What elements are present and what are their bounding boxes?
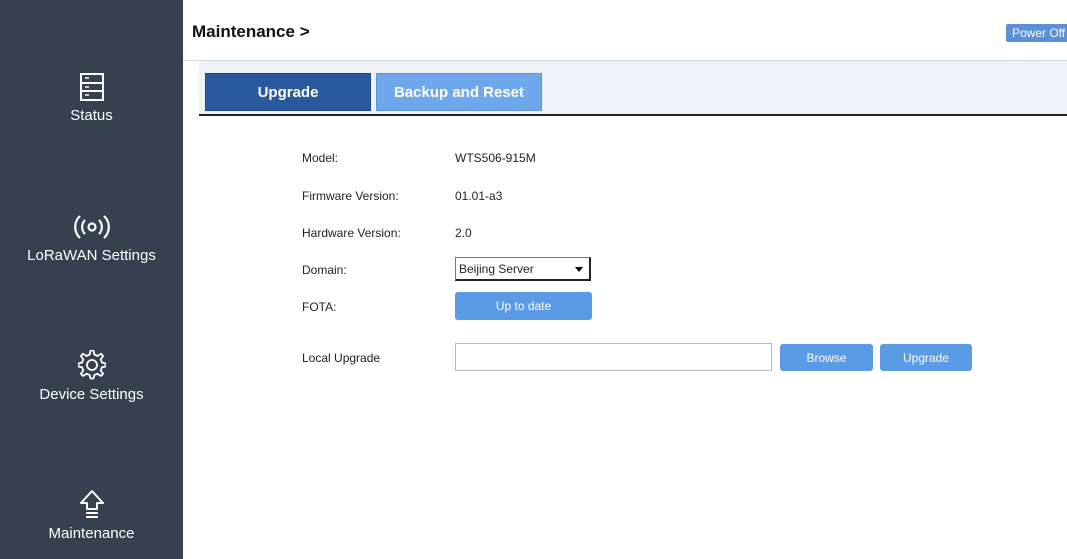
caret-down-icon (575, 267, 583, 272)
sidebar-item-lorawan-settings[interactable]: LoRaWAN Settings (0, 213, 183, 264)
sidebar: Status LoRaWAN Settings Device Settings … (0, 0, 183, 559)
sidebar-item-label: LoRaWAN Settings (27, 247, 156, 264)
upload-arrow-icon (79, 490, 104, 518)
hardware-version-value: 2.0 (455, 226, 472, 240)
sidebar-item-device-settings[interactable]: Device Settings (0, 350, 183, 403)
sidebar-item-label: Status (70, 107, 113, 124)
firmware-version-label: Firmware Version: (302, 189, 399, 203)
local-upgrade-file-input[interactable] (455, 343, 772, 371)
model-label: Model: (302, 151, 339, 165)
wireless-signal-icon (73, 215, 110, 239)
header: Maintenance > Power Off (183, 0, 1067, 61)
sidebar-item-label: Maintenance (48, 525, 135, 542)
tab-backup-and-reset[interactable]: Backup and Reset (376, 73, 542, 111)
tab-bar: Upgrade Backup and Reset (199, 61, 1067, 116)
hardware-version-label: Hardware Version: (302, 226, 401, 240)
domain-select[interactable]: Beijing Server (455, 257, 591, 281)
gear-icon (77, 350, 106, 380)
domain-label: Domain: (302, 263, 347, 277)
page-title: Maintenance > (192, 22, 310, 41)
sidebar-item-status[interactable]: Status (0, 73, 183, 124)
model-value: WTS506-915M (455, 151, 536, 165)
sidebar-item-label: Device Settings (39, 386, 144, 403)
fota-up-to-date-button[interactable]: Up to date (455, 292, 592, 320)
fota-label: FOTA: (302, 300, 337, 314)
sidebar-item-maintenance[interactable]: Maintenance (0, 489, 183, 542)
upgrade-button[interactable]: Upgrade (880, 344, 972, 371)
browse-button[interactable]: Browse (780, 344, 873, 371)
server-icon (79, 73, 104, 101)
firmware-version-value: 01.01-a3 (455, 189, 503, 203)
local-upgrade-label: Local Upgrade (302, 351, 381, 365)
tab-upgrade[interactable]: Upgrade (205, 73, 371, 111)
power-off-button[interactable]: Power Off (1006, 24, 1067, 42)
domain-select-value: Beijing Server (459, 262, 534, 276)
